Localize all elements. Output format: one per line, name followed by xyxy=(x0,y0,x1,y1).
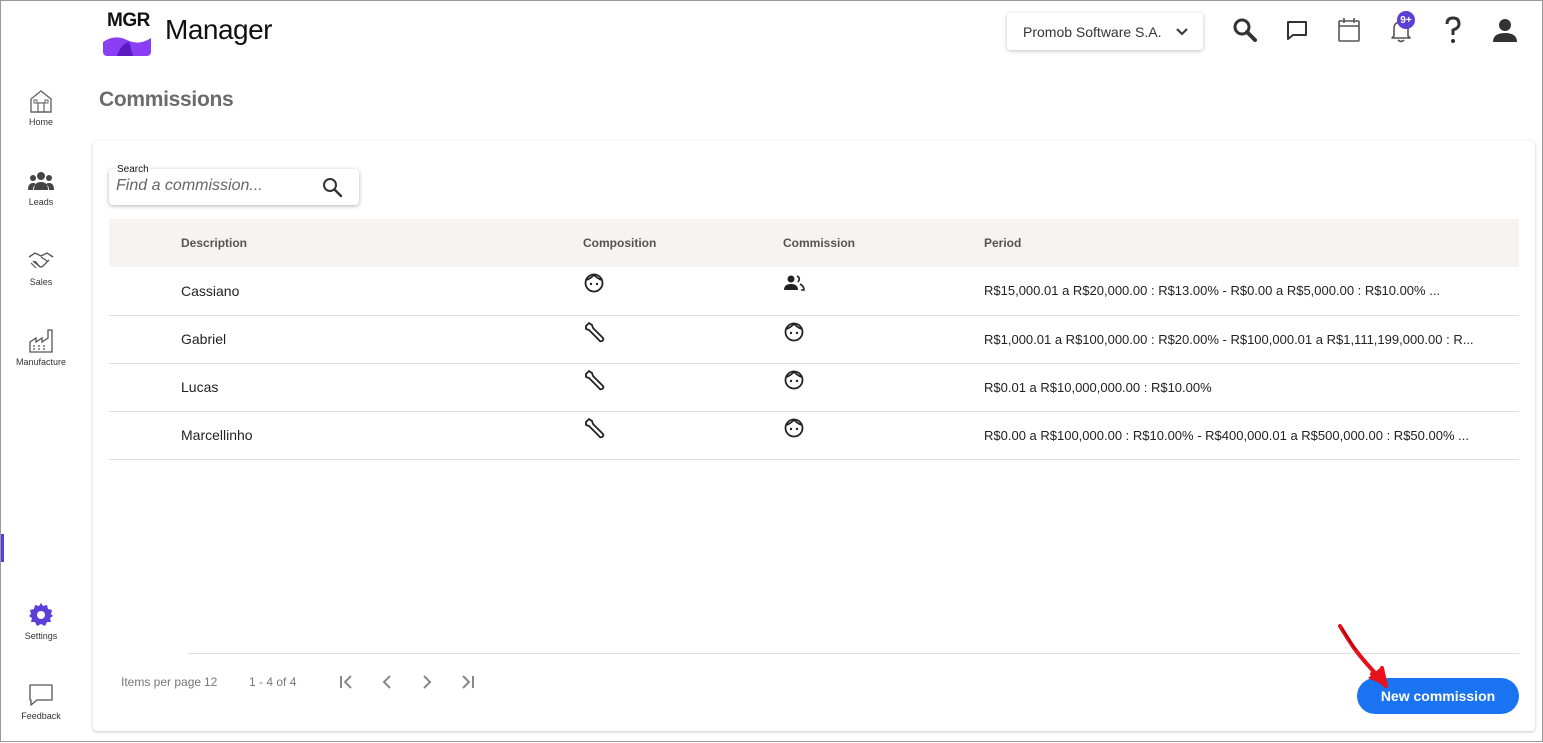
column-header-period[interactable]: Period xyxy=(984,219,1519,267)
user-avatar-icon[interactable] xyxy=(1490,15,1520,45)
group-icon xyxy=(783,274,805,295)
row-period: R$0.00 a R$100,000.00 : R$10.00% - R$400… xyxy=(984,411,1519,460)
chevron-down-icon xyxy=(1176,28,1188,36)
column-header-description[interactable]: Description xyxy=(181,219,583,267)
items-per-page-label: Items per page xyxy=(121,675,202,689)
first-page-icon xyxy=(340,675,352,689)
active-indicator xyxy=(1,534,4,562)
app-title: Manager xyxy=(165,14,273,45)
wrench-icon xyxy=(583,320,607,347)
row-description: Marcellinho xyxy=(181,411,583,460)
column-header-commission[interactable]: Commission xyxy=(783,219,984,267)
wrench-icon xyxy=(583,416,607,443)
page-title: Commissions xyxy=(99,88,234,111)
notification-badge: 9+ xyxy=(1397,11,1415,29)
header-spacer xyxy=(109,219,181,267)
table-row[interactable]: Gabriel R$1,000.01 a R$100,000.00 : R$20… xyxy=(109,315,1519,364)
commissions-table: Description Composition Commission Perio… xyxy=(109,219,1519,460)
company-name: Promob Software S.A. xyxy=(1023,23,1162,40)
gear-icon xyxy=(27,601,55,629)
search-icon[interactable] xyxy=(321,176,343,198)
commissions-card: Search Description Composition Commissio… xyxy=(93,141,1535,731)
app-window: MGR Manager Promob Software S.A. 9+ Home xyxy=(0,0,1543,742)
sidebar-item-leads[interactable]: Leads xyxy=(1,167,81,207)
table-header-row: Description Composition Commission Perio… xyxy=(109,219,1519,267)
sidebar: Home Leads Sales Manufacture Settings Fe… xyxy=(1,73,81,743)
row-description: Lucas xyxy=(181,363,583,412)
people-icon xyxy=(27,167,55,195)
row-description: Cassiano xyxy=(181,267,583,316)
footer-divider xyxy=(188,653,1519,654)
handshake-icon xyxy=(27,247,55,275)
row-description: Gabriel xyxy=(181,315,583,364)
home-icon xyxy=(27,87,55,115)
search-label: Search xyxy=(116,164,150,175)
table-row[interactable]: Marcellinho R$0.00 a R$100,000.00 : R$10… xyxy=(109,411,1519,460)
items-per-page-select[interactable]: 12 xyxy=(204,675,217,689)
table-row[interactable]: Cassiano R$15,000.01 a R$20,000.00 : R$1… xyxy=(109,267,1519,316)
sidebar-item-home[interactable]: Home xyxy=(1,87,81,127)
last-page-icon xyxy=(462,675,474,689)
chat-icon[interactable] xyxy=(1282,15,1312,45)
logo-text: MGR xyxy=(107,10,150,31)
search-icon[interactable] xyxy=(1230,15,1260,45)
sidebar-item-feedback[interactable]: Feedback xyxy=(1,681,81,721)
sidebar-item-label: Feedback xyxy=(21,711,61,721)
face-icon xyxy=(783,321,805,346)
sidebar-item-label: Sales xyxy=(29,277,53,287)
face-icon xyxy=(583,272,605,297)
sidebar-item-sales[interactable]: Sales xyxy=(1,247,81,287)
sidebar-item-label: Settings xyxy=(24,631,58,641)
column-header-composition[interactable]: Composition xyxy=(583,219,783,267)
face-icon xyxy=(783,369,805,394)
row-period: R$15,000.01 a R$20,000.00 : R$13.00% - R… xyxy=(984,267,1519,316)
table-row[interactable]: Lucas R$0.01 a R$10,000,000.00 : R$10.00… xyxy=(109,363,1519,412)
search-input[interactable] xyxy=(116,177,316,195)
sidebar-item-settings[interactable]: Settings xyxy=(1,601,81,641)
sidebar-item-label: Leads xyxy=(28,197,54,207)
chat-icon xyxy=(27,681,55,709)
chevron-right-icon xyxy=(423,675,432,689)
page-range: 1 - 4 of 4 xyxy=(249,675,297,689)
sidebar-item-label: Home xyxy=(28,117,53,127)
sidebar-item-manufacture[interactable]: Manufacture xyxy=(1,327,81,367)
next-page-button[interactable] xyxy=(416,671,438,693)
company-selector[interactable]: Promob Software S.A. xyxy=(1007,13,1203,50)
factory-icon xyxy=(27,327,55,355)
previous-page-button[interactable] xyxy=(376,671,398,693)
last-page-button[interactable] xyxy=(456,671,478,693)
chevron-left-icon xyxy=(382,675,391,689)
face-icon xyxy=(783,417,805,442)
calendar-icon[interactable] xyxy=(1334,15,1364,45)
row-period: R$1,000.01 a R$100,000.00 : R$20.00% - R… xyxy=(984,315,1519,364)
row-period: R$0.01 a R$10,000,000.00 : R$10.00% xyxy=(984,363,1519,412)
first-page-button[interactable] xyxy=(336,671,358,693)
wrench-icon xyxy=(583,368,607,395)
sidebar-item-label: Manufacture xyxy=(15,357,67,367)
help-icon[interactable] xyxy=(1438,15,1468,45)
annotation-arrow-icon xyxy=(1338,624,1388,688)
app-logo[interactable]: MGR xyxy=(103,8,151,56)
